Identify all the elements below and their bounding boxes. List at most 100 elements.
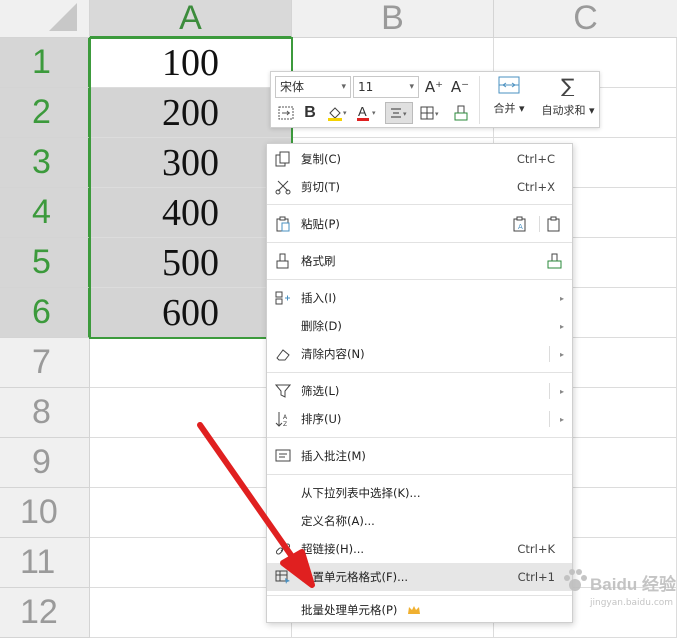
cell-value: 200 [162, 91, 219, 134]
cell-a1[interactable]: 100 [90, 38, 292, 88]
menu-item-label: 设置单元格格式(F)... [301, 570, 409, 584]
format-painter-icon [547, 253, 562, 269]
cell-value: 600 [162, 291, 219, 334]
increase-font-size-button[interactable]: A⁺ [423, 76, 445, 98]
menu-item-label: 格式刷 [301, 254, 336, 268]
scissors-icon [275, 180, 291, 195]
menu-divider [267, 279, 572, 280]
select-all-corner[interactable] [0, 0, 90, 38]
menu-item-label: 清除内容(N) [301, 347, 365, 361]
menu-divider [267, 242, 572, 243]
increase-font-icon: A⁺ [424, 78, 444, 96]
cell-value: 400 [162, 191, 219, 234]
menu-item-format-cells[interactable]: 设置单元格格式(F)... Ctrl+1 [267, 563, 572, 591]
cell-a6[interactable]: 600 [90, 288, 292, 338]
svg-text:Z: Z [283, 421, 287, 427]
menu-item-cut[interactable]: 剪切(T) Ctrl+X [267, 173, 572, 201]
font-name-select[interactable]: 宋体 ▾ [275, 76, 351, 98]
row-header-5[interactable]: 5 [0, 238, 90, 288]
menu-item-label: 筛选(L) [301, 384, 340, 398]
menu-item-label: 粘贴(P) [301, 217, 340, 231]
menu-item-copy[interactable]: 复制(C) Ctrl+C [267, 145, 572, 173]
font-color-icon: A ▾ [357, 104, 376, 121]
row-header-11[interactable]: 11 [0, 538, 90, 588]
paste-special-icon[interactable] [546, 216, 562, 232]
column-header-b[interactable]: B [292, 0, 494, 38]
cell-a10[interactable] [90, 488, 292, 538]
row-header-6[interactable]: 6 [0, 288, 90, 338]
decrease-font-size-button[interactable]: A⁻ [449, 76, 471, 98]
cell-a11[interactable] [90, 538, 292, 588]
menu-item-comment[interactable]: 插入批注(M) [267, 442, 572, 470]
chevron-down-icon: ▾ [409, 82, 414, 92]
menu-item-paste[interactable]: 粘贴(P) A [267, 210, 572, 238]
cell-a8[interactable] [90, 388, 292, 438]
cell-a4[interactable]: 400 [90, 188, 292, 238]
fill-color-button[interactable]: ▾ [323, 102, 351, 124]
row-header-12[interactable]: 12 [0, 588, 90, 638]
autosum-button[interactable]: ∑ 自动求和 ▾ [537, 76, 599, 124]
submenu-arrow-icon: ▸ [559, 414, 564, 424]
menu-item-label: 定义名称(A)... [301, 514, 375, 528]
row-header-1[interactable]: 1 [0, 38, 90, 88]
menu-item-batch[interactable]: 批量处理单元格(P) [267, 596, 572, 624]
cell-a2[interactable]: 200 [90, 88, 292, 138]
menu-item-delete[interactable]: 删除(D) ▸ [267, 312, 572, 340]
menu-item-shortcut: Ctrl+X [517, 180, 555, 194]
cell-a9[interactable] [90, 438, 292, 488]
svg-text:▾: ▾ [403, 110, 407, 118]
column-header-a[interactable]: A [90, 0, 292, 38]
wrap-fit-button[interactable] [275, 102, 297, 124]
autosum-label: 自动求和 [541, 104, 586, 117]
align-button[interactable]: ▾ [385, 102, 413, 124]
eraser-icon [276, 349, 290, 361]
row-header-4[interactable]: 4 [0, 188, 90, 238]
menu-divider [267, 474, 572, 475]
font-size-select[interactable]: 11 ▾ [353, 76, 419, 98]
merge-cells-icon [498, 76, 520, 94]
border-icon: ▾ [420, 106, 439, 120]
paste-values-icon[interactable]: A [512, 216, 528, 232]
menu-item-clear[interactable]: 清除内容(N) ▸ [267, 340, 572, 368]
column-header-c[interactable]: C [494, 0, 677, 38]
border-button[interactable]: ▾ [417, 102, 445, 124]
row-header-9[interactable]: 9 [0, 438, 90, 488]
submenu-arrow-icon: ▸ [559, 349, 564, 359]
format-painter-button[interactable] [449, 102, 473, 124]
row-header-8[interactable]: 8 [0, 388, 90, 438]
sort-icon: AZ [275, 412, 288, 427]
font-size-value: 11 [358, 80, 374, 94]
merge-button[interactable]: 合并 ▾ [484, 76, 534, 124]
filter-icon [275, 384, 291, 398]
menu-item-divider [549, 383, 550, 399]
menu-divider [267, 437, 572, 438]
menu-item-hyperlink[interactable]: 超链接(H)... Ctrl+K [267, 535, 572, 563]
submenu-arrow-icon: ▸ [559, 386, 564, 396]
row-header-7[interactable]: 7 [0, 338, 90, 388]
menu-item-format-painter[interactable]: 格式刷 [267, 247, 572, 275]
row-header-10[interactable]: 10 [0, 488, 90, 538]
merge-label: 合并 [493, 102, 516, 115]
menu-item-dropdown-pick[interactable]: 从下拉列表中选择(K)... [267, 479, 572, 507]
svg-text:▾: ▾ [435, 110, 439, 118]
bold-button[interactable]: B [299, 102, 321, 124]
cell-a3[interactable]: 300 [90, 138, 292, 188]
menu-item-sort[interactable]: AZ 排序(U) ▸ [267, 405, 572, 433]
menu-item-label: 排序(U) [301, 412, 342, 426]
menu-item-insert[interactable]: 插入(I) ▸ [267, 284, 572, 312]
crown-icon [408, 606, 420, 614]
menu-item-define-name[interactable]: 定义名称(A)... [267, 507, 572, 535]
font-color-button[interactable]: A ▾ [353, 102, 381, 124]
menu-item-shortcut: Ctrl+K [517, 542, 555, 556]
fit-cell-icon [278, 106, 294, 120]
cell-a5[interactable]: 500 [90, 238, 292, 288]
menu-item-filter[interactable]: 筛选(L) ▸ [267, 377, 572, 405]
row-header-2[interactable]: 2 [0, 88, 90, 138]
svg-text:∑: ∑ [561, 76, 575, 96]
insert-icon [275, 291, 290, 305]
cell-a7[interactable] [90, 338, 292, 388]
copy-icon [275, 151, 290, 167]
cell-a12[interactable] [90, 588, 292, 638]
row-header-3[interactable]: 3 [0, 138, 90, 188]
menu-divider [267, 204, 572, 205]
